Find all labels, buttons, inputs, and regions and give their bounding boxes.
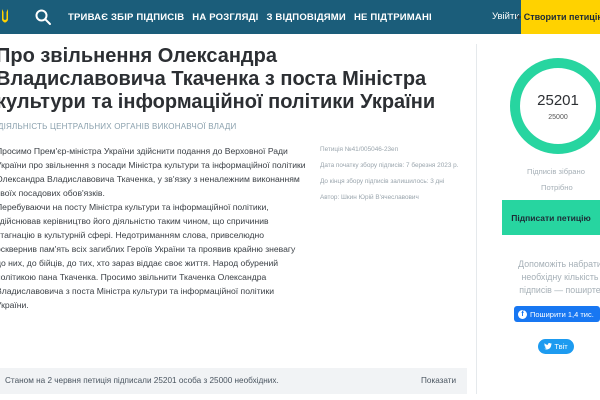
facebook-share-button[interactable]: f Поширити 1,4 тис. <box>514 306 600 322</box>
signature-count: 25201 <box>537 92 579 109</box>
signature-target: 25000 <box>548 114 568 121</box>
petition-meta: Петиція №41/005046-23еп Дата початку збо… <box>320 146 470 210</box>
petition-category[interactable]: ДІЯЛЬНІСТЬ ЦЕНТРАЛЬНИХ ОРГАНІВ ВИКОНАВЧО… <box>0 122 237 131</box>
petition-days-left: До кінця збору підписів залишилось: 3 дн… <box>320 178 445 185</box>
twitter-bird-icon <box>544 343 553 350</box>
collected-label: Підписів зібрано <box>527 167 585 176</box>
column-divider <box>476 44 477 394</box>
nav-not-supported[interactable]: НЕ ПІДТРИМАНІ <box>354 12 432 23</box>
twitter-share-button[interactable]: Твіт <box>538 339 574 354</box>
search-icon[interactable] <box>34 8 52 26</box>
petition-title: Про звільнення Олександра Владиславовича… <box>0 45 436 113</box>
petition-paragraph: Перебуваючи на посту Міністра культури т… <box>0 202 296 310</box>
signature-status-bar: Станом на 2 червня петиція підписали 252… <box>0 368 467 394</box>
signature-status-text: Станом на 2 червня петиція підписали 252… <box>5 376 279 385</box>
nav-collecting[interactable]: ТРИВАЄ ЗБІР ПІДПИСІВ <box>68 12 184 23</box>
main-nav: ТРИВАЄ ЗБІР ПІДПИСІВ НА РОЗГЛЯДІ З ВІДПО… <box>68 0 432 34</box>
needed-label: Потрібно <box>541 183 573 192</box>
twitter-share-label: Твіт <box>554 342 568 351</box>
show-signatures-link[interactable]: Показати <box>421 376 456 385</box>
top-header: ТРИВАЄ ЗБІР ПІДПИСІВ НА РОЗГЛЯДІ З ВІДПО… <box>0 0 600 34</box>
create-petition-button[interactable]: + Створити петицію <box>516 0 600 34</box>
trident-logo-icon[interactable] <box>0 6 10 28</box>
petition-number: Петиція №41/005046-23еп <box>320 146 399 153</box>
petition-start-date: Дата початку збору підписів: 7 березня 2… <box>320 162 459 169</box>
nav-answered[interactable]: З ВІДПОВІДЯМИ <box>266 12 346 23</box>
petition-paragraph: Просимо Прем'єр-міністра України здійсни… <box>0 146 306 198</box>
share-help-text: Допоможіть набрати необхідну кількість п… <box>518 259 600 295</box>
petition-author: Автор: Шкин Юрій В'ячеславович <box>320 194 419 201</box>
petition-body: Просимо Прем'єр-міністра України здійсни… <box>0 144 306 312</box>
facebook-icon: f <box>518 309 527 319</box>
facebook-share-label: Поширити 1,4 тис. <box>530 309 594 319</box>
nav-under-review[interactable]: НА РОЗГЛЯДІ <box>192 12 258 23</box>
sign-petition-button[interactable]: Підписати петицію <box>502 200 600 235</box>
